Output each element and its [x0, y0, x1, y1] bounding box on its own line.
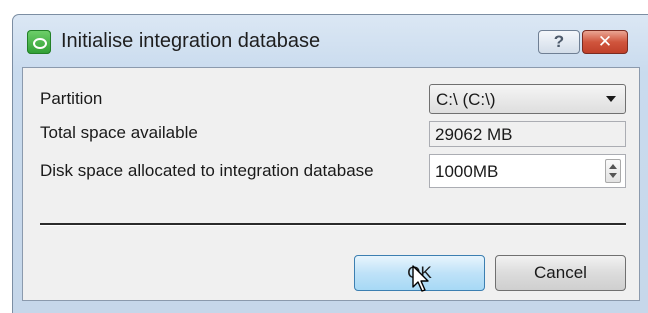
spin-up-icon[interactable] [609, 164, 617, 169]
cancel-button[interactable]: Cancel [495, 255, 626, 291]
total-space-value: 29062 MB [435, 125, 513, 144]
app-logo-icon [27, 30, 51, 54]
allocated-space-input[interactable]: 1000MB [429, 154, 626, 188]
allocated-space-label: Disk space allocated to integration data… [40, 161, 374, 180]
partition-value: C:\ (C:\) [436, 90, 496, 109]
spin-buttons[interactable] [605, 159, 621, 183]
chevron-down-icon [606, 96, 616, 102]
spin-down-icon[interactable] [609, 173, 617, 178]
close-button[interactable]: ✕ [582, 30, 628, 54]
total-space-field: 29062 MB [429, 121, 626, 147]
partition-label: Partition [40, 89, 103, 108]
separator-line [40, 223, 626, 226]
mouse-cursor-icon [412, 265, 429, 292]
dialog-window: Initialise integration database ? ✕ Part… [12, 14, 648, 313]
dialog-content: Partition C:\ (C:\) Total space availabl… [22, 67, 640, 301]
dialog-title: Initialise integration database [61, 30, 321, 52]
title-bar[interactable]: Initialise integration database ? ✕ [13, 15, 648, 67]
partition-dropdown[interactable]: C:\ (C:\) [429, 84, 626, 114]
help-button[interactable]: ? [538, 30, 580, 54]
total-space-label: Total space available [40, 123, 198, 142]
allocated-space-value[interactable]: 1000MB [435, 162, 498, 182]
